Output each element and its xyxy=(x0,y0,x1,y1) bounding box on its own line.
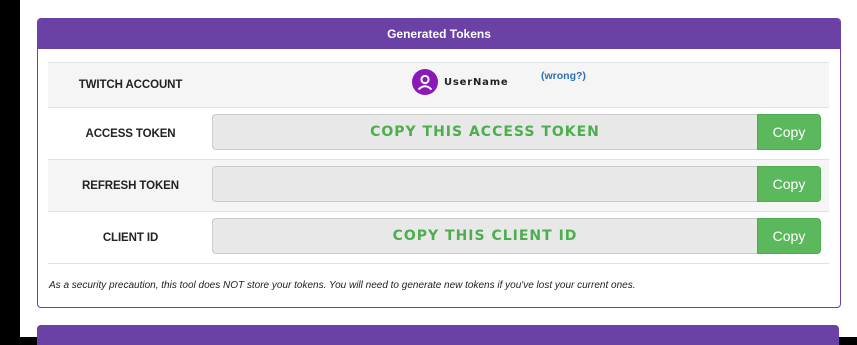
username: UserName xyxy=(444,77,509,88)
refresh-token-field[interactable] xyxy=(212,166,757,202)
twitch-account-row: TWITCH ACCOUNT UserName (wrong?) xyxy=(48,62,829,107)
copy-access-token-button[interactable]: Copy xyxy=(757,114,821,150)
wrong-account-link[interactable]: (wrong?) xyxy=(541,70,586,82)
copy-refresh-token-button[interactable]: Copy xyxy=(757,166,821,202)
panel-header: Generated Tokens xyxy=(38,19,840,49)
user-avatar-icon xyxy=(412,69,438,95)
access-token-label: ACCESS TOKEN xyxy=(85,127,176,140)
security-note: As a security precaution, this tool does… xyxy=(49,280,636,291)
copy-client-id-button[interactable]: Copy xyxy=(757,218,821,254)
refresh-token-label: REFRESH TOKEN xyxy=(82,179,179,192)
access-token-row: ACCESS TOKEN COPY THIS ACCESS TOKEN Copy xyxy=(48,107,829,159)
client-id-row: CLIENT ID COPY THIS CLIENT ID Copy xyxy=(48,211,829,264)
panel-title: Generated Tokens xyxy=(387,27,491,41)
client-id-label: CLIENT ID xyxy=(102,231,159,244)
tokens-table: TWITCH ACCOUNT UserName (wrong?) ACCESS … xyxy=(48,62,829,264)
access-token-field[interactable]: COPY THIS ACCESS TOKEN xyxy=(212,114,757,150)
account-cell: UserName (wrong?) xyxy=(48,63,829,107)
page: Generated Tokens TWITCH ACCOUNT UserName… xyxy=(20,0,857,345)
refresh-token-row: REFRESH TOKEN Copy xyxy=(48,159,829,211)
client-id-field[interactable]: COPY THIS CLIENT ID xyxy=(212,218,757,254)
available-scopes-panel-header xyxy=(37,325,839,345)
